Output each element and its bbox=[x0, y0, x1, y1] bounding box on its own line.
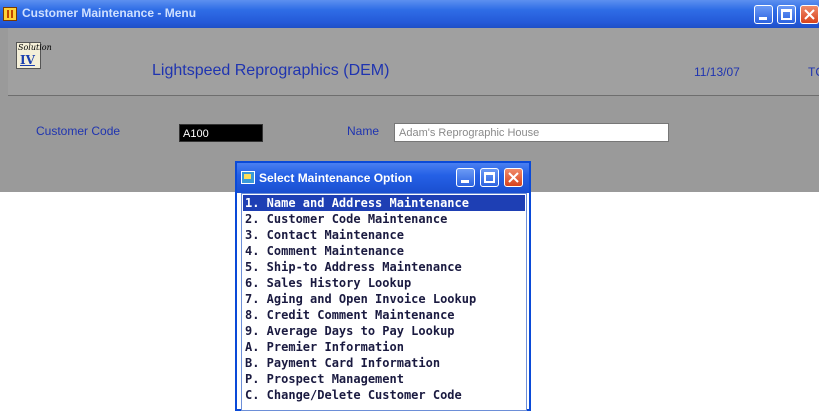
maximize-icon bbox=[781, 9, 792, 20]
option-list[interactable]: 1. Name and Address Maintenance 2. Custo… bbox=[241, 193, 527, 411]
option-item[interactable]: A. Premier Information bbox=[243, 339, 525, 355]
name-label: Name bbox=[347, 124, 380, 138]
customer-code-label: Customer Code bbox=[36, 124, 121, 138]
customer-code-field[interactable]: A100 bbox=[179, 124, 263, 142]
option-item[interactable]: 4. Comment Maintenance bbox=[243, 243, 525, 259]
logo-numeral: IV bbox=[20, 53, 35, 67]
dialog-title: Select Maintenance Option bbox=[259, 171, 413, 185]
maximize-icon bbox=[484, 172, 495, 183]
app-grid-icon bbox=[3, 7, 17, 21]
option-item[interactable]: 5. Ship-to Address Maintenance bbox=[243, 259, 525, 275]
dialog-titlebar[interactable]: Select Maintenance Option bbox=[237, 163, 529, 193]
minimize-icon bbox=[461, 180, 469, 183]
dialog-maximize-button[interactable] bbox=[480, 168, 499, 187]
solution-iv-logo: Solution IV bbox=[16, 42, 52, 69]
option-item[interactable]: B. Payment Card Information bbox=[243, 355, 525, 371]
window-titlebar[interactable]: Customer Maintenance - Menu bbox=[0, 0, 819, 28]
maintenance-option-dialog: Select Maintenance Option 1. Name and Ad… bbox=[235, 161, 531, 411]
dialog-minimize-button[interactable] bbox=[456, 168, 475, 187]
option-item[interactable]: 1. Name and Address Maintenance bbox=[243, 195, 525, 211]
close-button[interactable] bbox=[800, 5, 819, 24]
header-extra: TC bbox=[808, 65, 819, 79]
minimize-button[interactable] bbox=[754, 5, 773, 24]
logo-wordmark: Solution bbox=[18, 43, 52, 52]
current-date: 11/13/07 bbox=[694, 65, 740, 79]
option-item[interactable]: C. Change/Delete Customer Code bbox=[243, 387, 525, 403]
option-item[interactable]: 2. Customer Code Maintenance bbox=[243, 211, 525, 227]
company-name: Lightspeed Reprographics (DEM) bbox=[152, 62, 390, 79]
option-item[interactable]: 6. Sales History Lookup bbox=[243, 275, 525, 291]
option-item[interactable]: 9. Average Days to Pay Lookup bbox=[243, 323, 525, 339]
header-band bbox=[8, 28, 819, 96]
option-item[interactable]: P. Prospect Management bbox=[243, 371, 525, 387]
minimize-icon bbox=[759, 17, 767, 20]
maximize-button[interactable] bbox=[777, 5, 796, 24]
window-title: Customer Maintenance - Menu bbox=[22, 6, 197, 20]
dialog-close-button[interactable] bbox=[504, 168, 523, 187]
option-item[interactable]: 3. Contact Maintenance bbox=[243, 227, 525, 243]
close-icon bbox=[508, 172, 519, 183]
close-icon bbox=[804, 9, 815, 20]
name-field[interactable]: Adam's Reprographic House bbox=[394, 123, 669, 142]
option-item[interactable]: 8. Credit Comment Maintenance bbox=[243, 307, 525, 323]
dialog-app-icon bbox=[241, 171, 255, 184]
option-item[interactable]: 7. Aging and Open Invoice Lookup bbox=[243, 291, 525, 307]
